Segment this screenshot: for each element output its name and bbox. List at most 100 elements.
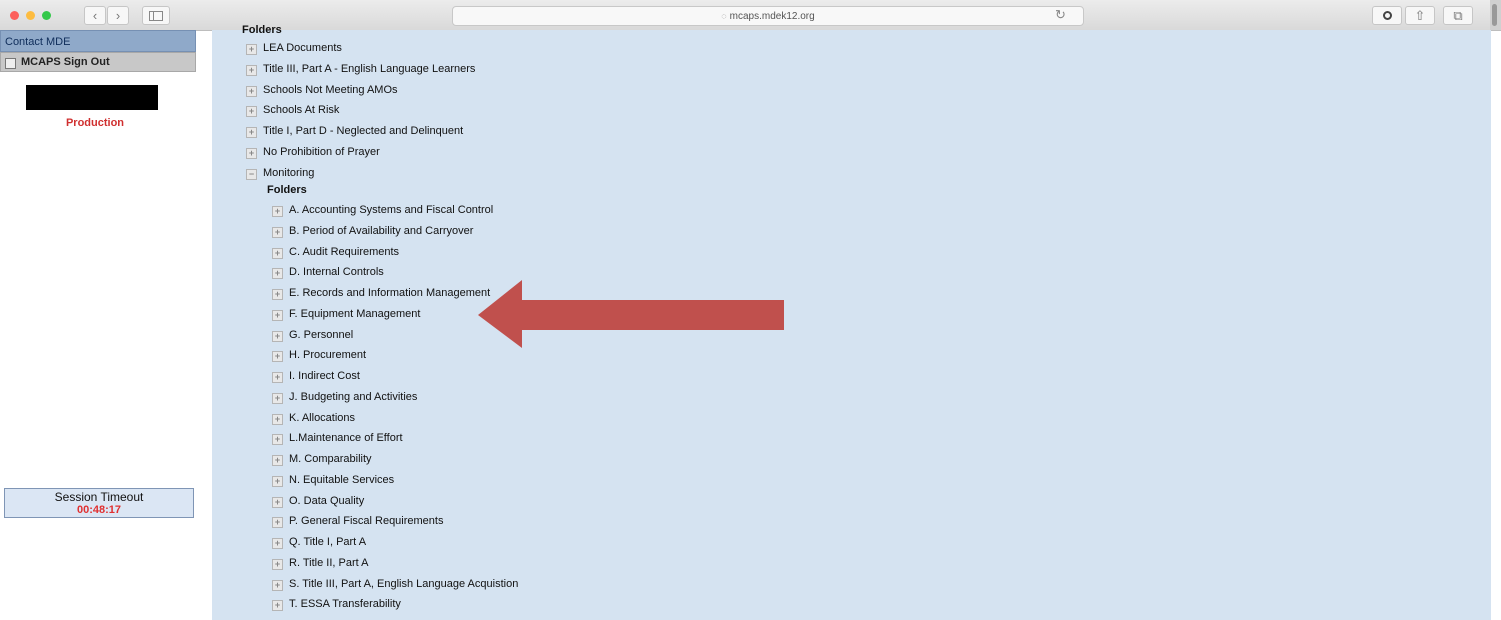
address-url: mcaps.mdek12.org xyxy=(729,11,815,22)
lock-icon: ◌ xyxy=(721,11,727,21)
sign-out-link[interactable]: MCAPS Sign Out xyxy=(0,52,196,72)
subfolder-item-label: D. Internal Controls xyxy=(289,266,384,279)
subfolder-item-label: P. General Fiscal Requirements xyxy=(289,515,444,528)
expand-icon[interactable]: + xyxy=(272,600,283,612)
expand-icon[interactable]: + xyxy=(272,413,283,425)
expand-icon[interactable]: + xyxy=(246,127,257,139)
session-timeout-label: Session Timeout xyxy=(54,490,144,504)
expand-icon[interactable]: + xyxy=(272,517,283,529)
expand-icon[interactable]: + xyxy=(272,289,283,300)
subfolder-item[interactable]: + P. General Fiscal Requirements xyxy=(272,513,443,529)
expand-icon[interactable]: + xyxy=(272,247,283,259)
expand-icon[interactable]: + xyxy=(246,44,257,55)
expand-icon[interactable]: + xyxy=(272,579,283,591)
subfolder-item[interactable]: + J. Budgeting and Activities xyxy=(272,389,417,405)
subfolder-item-label: F. Equipment Management xyxy=(289,307,421,320)
subfolder-item-label: L.Maintenance of Effort xyxy=(289,432,403,445)
expand-icon[interactable]: + xyxy=(272,455,283,466)
expand-icon[interactable]: + xyxy=(272,558,283,570)
subfolder-item[interactable]: + L.Maintenance of Effort xyxy=(272,430,403,446)
subfolder-item[interactable]: + I. Indirect Cost xyxy=(272,368,360,384)
subfolder-item[interactable]: + B. Period of Availability and Carryover xyxy=(272,223,473,239)
subfolder-item-label: N. Equitable Services xyxy=(289,473,395,486)
subfolder-item-label: B. Period of Availability and Carryover xyxy=(289,224,474,237)
expand-icon[interactable]: + xyxy=(272,496,283,508)
main-content: Folders + LEA Documents + Title III, Part A… xyxy=(212,24,1491,620)
tabs-overview-button[interactable]: ⧉ xyxy=(1443,6,1473,25)
tree-item[interactable]: + Schools Not Meeting AMOs xyxy=(246,82,398,98)
minimize-window-button[interactable] xyxy=(26,11,35,20)
expand-icon[interactable]: + xyxy=(246,64,257,76)
expand-icon[interactable]: + xyxy=(272,226,283,238)
tree-item[interactable]: + Title I, Part D - Neglected and Delinqu… xyxy=(246,123,463,139)
subfolder-item-label: M. Comparability xyxy=(289,453,372,465)
tree-item[interactable]: + Title III, Part A - English Language Le… xyxy=(246,61,475,77)
tree-item-label: Title III, Part A - English Language Lea… xyxy=(263,62,476,75)
subfolder-item-label: J. Budgeting and Activities xyxy=(289,390,418,403)
expand-icon[interactable]: + xyxy=(272,392,283,404)
contact-mde-link[interactable]: Contact MDE xyxy=(0,30,196,52)
back-button[interactable]: ‹ xyxy=(84,6,106,25)
subfolder-item[interactable]: + A. Accounting Systems and Fiscal Contro… xyxy=(272,202,493,218)
chevron-left-icon: ‹ xyxy=(92,8,98,23)
tree-item[interactable]: + Schools At Risk xyxy=(246,102,339,118)
chevron-right-icon: › xyxy=(115,8,121,23)
subfolder-item-label: I. Indirect Cost xyxy=(289,370,360,382)
expand-icon[interactable]: + xyxy=(272,538,283,549)
reload-icon[interactable]: ↻ xyxy=(1055,6,1066,24)
zoom-window-button[interactable] xyxy=(42,11,51,20)
subfolder-item[interactable]: + Q. Title I, Part A xyxy=(272,534,366,550)
session-timeout-value: 00:48:17 xyxy=(76,504,122,516)
subfolder-item-label: Q. Title I, Part A xyxy=(289,536,367,548)
tree-item[interactable]: − Monitoring xyxy=(246,165,314,181)
subfolder-item-label: S. Title III, Part A, English Language A… xyxy=(289,577,519,590)
address-bar[interactable]: ◌ mcaps.mdek12.org xyxy=(452,6,1084,26)
sign-out-label: MCAPS Sign Out xyxy=(21,56,110,68)
subfolder-item-label: C. Audit Requirements xyxy=(289,245,400,258)
subfolder-item-label: A. Accounting Systems and Fiscal Control xyxy=(289,204,494,216)
close-window-button[interactable] xyxy=(10,11,19,20)
subfolder-item[interactable]: + S. Title III, Part A, English Language … xyxy=(272,576,518,592)
expand-icon[interactable]: + xyxy=(246,148,257,159)
subfolder-item[interactable]: + E. Records and Information Management xyxy=(272,285,490,301)
forward-button[interactable]: › xyxy=(107,6,129,25)
subfolder-item[interactable]: + N. Equitable Services xyxy=(272,472,394,488)
subfolder-item[interactable]: + C. Audit Requirements xyxy=(272,244,399,260)
subfolder-item[interactable]: + M. Comparability xyxy=(272,451,372,467)
tree-item-label: LEA Documents xyxy=(263,42,342,54)
folder-tree: Folders + LEA Documents + Title III, Part A… xyxy=(212,24,1491,620)
expand-icon[interactable]: + xyxy=(272,206,283,217)
subfolder-item[interactable]: + F. Equipment Management xyxy=(272,306,420,322)
expand-icon[interactable]: + xyxy=(272,372,283,383)
subfolder-item[interactable]: + T. ESSA Transferability xyxy=(272,596,401,612)
expand-icon[interactable]: + xyxy=(272,330,283,342)
subfolder-item[interactable]: + O. Data Quality xyxy=(272,493,364,509)
expand-icon[interactable]: + xyxy=(246,106,257,118)
expand-icon[interactable]: + xyxy=(272,309,283,321)
subfolder-item[interactable]: + D. Internal Controls xyxy=(272,264,384,280)
subfolder-item[interactable]: + R. Title II, Part A xyxy=(272,555,368,571)
show-sidebar-button[interactable] xyxy=(142,6,170,25)
collapse-icon[interactable]: − xyxy=(246,168,257,180)
tree-item[interactable]: + No Prohibition of Prayer xyxy=(246,144,380,160)
subfolder-item[interactable]: + K. Allocations xyxy=(272,410,355,426)
tree-item-label: No Prohibition of Prayer xyxy=(263,146,380,158)
sign-out-icon xyxy=(5,58,16,69)
subfolder-item-label: T. ESSA Transferability xyxy=(289,598,401,611)
environment-label: Production xyxy=(65,117,125,129)
subfolder-item-label: E. Records and Information Management xyxy=(289,287,491,299)
expand-icon[interactable]: + xyxy=(246,85,257,97)
scrollbar-thumb[interactable] xyxy=(1492,4,1497,26)
share-button[interactable]: ⇧ xyxy=(1405,6,1435,25)
downloads-button[interactable] xyxy=(1372,6,1402,25)
tree-item-label: Schools Not Meeting AMOs xyxy=(263,83,398,96)
download-icon xyxy=(1382,11,1392,20)
tree-item[interactable]: + LEA Documents xyxy=(246,40,342,56)
subfolder-item[interactable]: + G. Personnel xyxy=(272,327,353,343)
subfolder-item[interactable]: + H. Procurement xyxy=(272,347,366,363)
expand-icon[interactable]: + xyxy=(272,268,283,280)
expand-icon[interactable]: + xyxy=(272,475,283,487)
expand-icon[interactable]: + xyxy=(272,434,283,446)
subfolder-item-label: G. Personnel xyxy=(289,328,354,341)
expand-icon[interactable]: + xyxy=(272,351,283,363)
